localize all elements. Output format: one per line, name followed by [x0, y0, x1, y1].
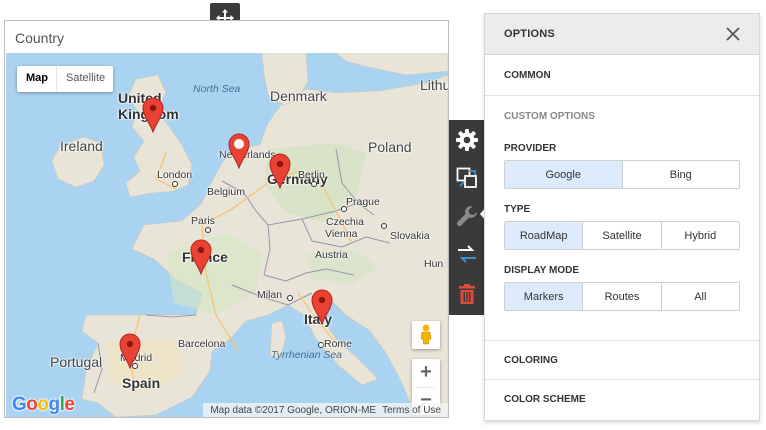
- map-marker-italy[interactable]: [311, 289, 333, 325]
- item-toolbar: [449, 120, 484, 315]
- gear-icon: [455, 129, 478, 151]
- delete-button[interactable]: [449, 276, 484, 312]
- city-label-london: London: [157, 169, 193, 181]
- city-label-barcelona: Barcelona: [178, 338, 226, 350]
- pegman-icon: [420, 324, 432, 345]
- terms-of-use-link[interactable]: Terms of Use: [379, 405, 444, 416]
- close-button[interactable]: [725, 26, 741, 42]
- convert-icon: [457, 245, 476, 263]
- country-label-ireland: Ireland: [60, 138, 103, 154]
- type-satellite-button[interactable]: Satellite: [583, 222, 662, 249]
- options-title: OPTIONS: [504, 28, 555, 40]
- country-label-belgium: Belgium: [207, 186, 245, 198]
- options-button[interactable]: [449, 122, 484, 158]
- type-hybrid-button[interactable]: Hybrid: [661, 222, 739, 249]
- trash-icon: [458, 284, 475, 304]
- options-panel: OPTIONS COMMON CUSTOM OPTIONS PROVIDER G…: [484, 13, 760, 421]
- provider-google-button[interactable]: Google: [505, 161, 623, 188]
- city-label-prague: Prague: [346, 196, 380, 208]
- country-label-czechia: Czechia: [326, 216, 364, 228]
- street-view-button[interactable]: [412, 321, 440, 349]
- close-icon: [726, 27, 740, 41]
- country-label-spain: Spain: [122, 375, 161, 391]
- city-dot-milan: [287, 295, 293, 301]
- country-label-slovakia: Slovakia: [390, 230, 430, 242]
- section-common-title: COMMON: [504, 70, 551, 81]
- country-label-lithuania: Lithu: [420, 77, 448, 93]
- country-label-hungary: Hun: [424, 258, 444, 270]
- section-color-scheme-title: COLOR SCHEME: [504, 394, 586, 405]
- city-label-vienna: Vienna: [325, 228, 358, 240]
- map-marker-france[interactable]: [190, 239, 212, 275]
- provider-bing-button[interactable]: Bing: [622, 161, 739, 188]
- city-dot-london: [172, 181, 178, 187]
- map-canvas[interactable]: North Sea Tyrrhenian Sea United Kingdom …: [6, 53, 448, 417]
- zoom-in-button[interactable]: +: [412, 359, 440, 387]
- interactivity-button[interactable]: [449, 160, 484, 196]
- design-options-button[interactable]: [449, 198, 484, 234]
- city-label-paris: Paris: [191, 215, 215, 227]
- display-markers-button[interactable]: Markers: [505, 283, 584, 310]
- section-color-scheme[interactable]: COLOR SCHEME: [485, 380, 759, 420]
- map-attribution: Map data ©2017 Google, ORION-ME Terms of…: [203, 403, 448, 417]
- map-marker-spain[interactable]: [119, 333, 141, 369]
- country-label-austria: Austria: [315, 249, 348, 261]
- map-type-map-button[interactable]: Map: [17, 66, 57, 92]
- google-logo: Google: [12, 394, 75, 415]
- map-marker-germany[interactable]: [269, 153, 291, 189]
- city-dot-vienna: [381, 223, 387, 229]
- section-coloring-title: COLORING: [504, 355, 558, 366]
- display-mode-label: DISPLAY MODE: [504, 265, 580, 276]
- map-type-control: Map Satellite: [17, 66, 114, 92]
- options-header: OPTIONS: [485, 14, 759, 55]
- city-dot-berlin: [311, 181, 317, 187]
- display-all-button[interactable]: All: [661, 283, 739, 310]
- display-mode-selector: Markers Routes All: [504, 282, 740, 311]
- wrench-icon: [456, 206, 477, 226]
- city-label-milan: Milan: [257, 289, 283, 301]
- country-label-poland: Poland: [368, 139, 412, 155]
- sea-label-tyrrhenian: Tyrrhenian Sea: [271, 349, 343, 361]
- map-marker-uk[interactable]: [142, 97, 164, 133]
- display-routes-button[interactable]: Routes: [583, 283, 662, 310]
- custom-options-title: CUSTOM OPTIONS: [504, 111, 595, 122]
- interactivity-icon: [456, 167, 477, 188]
- type-selector: RoadMap Satellite Hybrid: [504, 221, 740, 250]
- map-dashboard-item[interactable]: Country North Sea Tyrrhenian Sea United …: [4, 20, 449, 418]
- country-label-portugal: Portugal: [50, 354, 103, 370]
- city-label-rome: Rome: [324, 338, 353, 350]
- map-marker-netherlands-selected[interactable]: [228, 133, 250, 169]
- sea-label-north-sea: North Sea: [193, 83, 241, 95]
- map-data-text: Map data ©2017 Google, ORION-ME: [210, 404, 377, 416]
- country-label-denmark: Denmark: [270, 88, 327, 104]
- type-label: TYPE: [504, 204, 531, 215]
- provider-selector: Google Bing: [504, 160, 740, 189]
- map-type-satellite-button[interactable]: Satellite: [57, 66, 113, 92]
- city-label-berlin: Berlin: [298, 169, 325, 181]
- type-roadmap-button[interactable]: RoadMap: [505, 222, 584, 249]
- section-coloring[interactable]: COLORING: [485, 340, 759, 380]
- provider-label: PROVIDER: [504, 143, 557, 154]
- convert-button[interactable]: [449, 236, 484, 272]
- zoom-separator: [417, 387, 435, 388]
- city-dot-paris: [205, 227, 211, 233]
- map-caption: Country: [15, 30, 65, 46]
- section-common[interactable]: COMMON: [485, 56, 759, 96]
